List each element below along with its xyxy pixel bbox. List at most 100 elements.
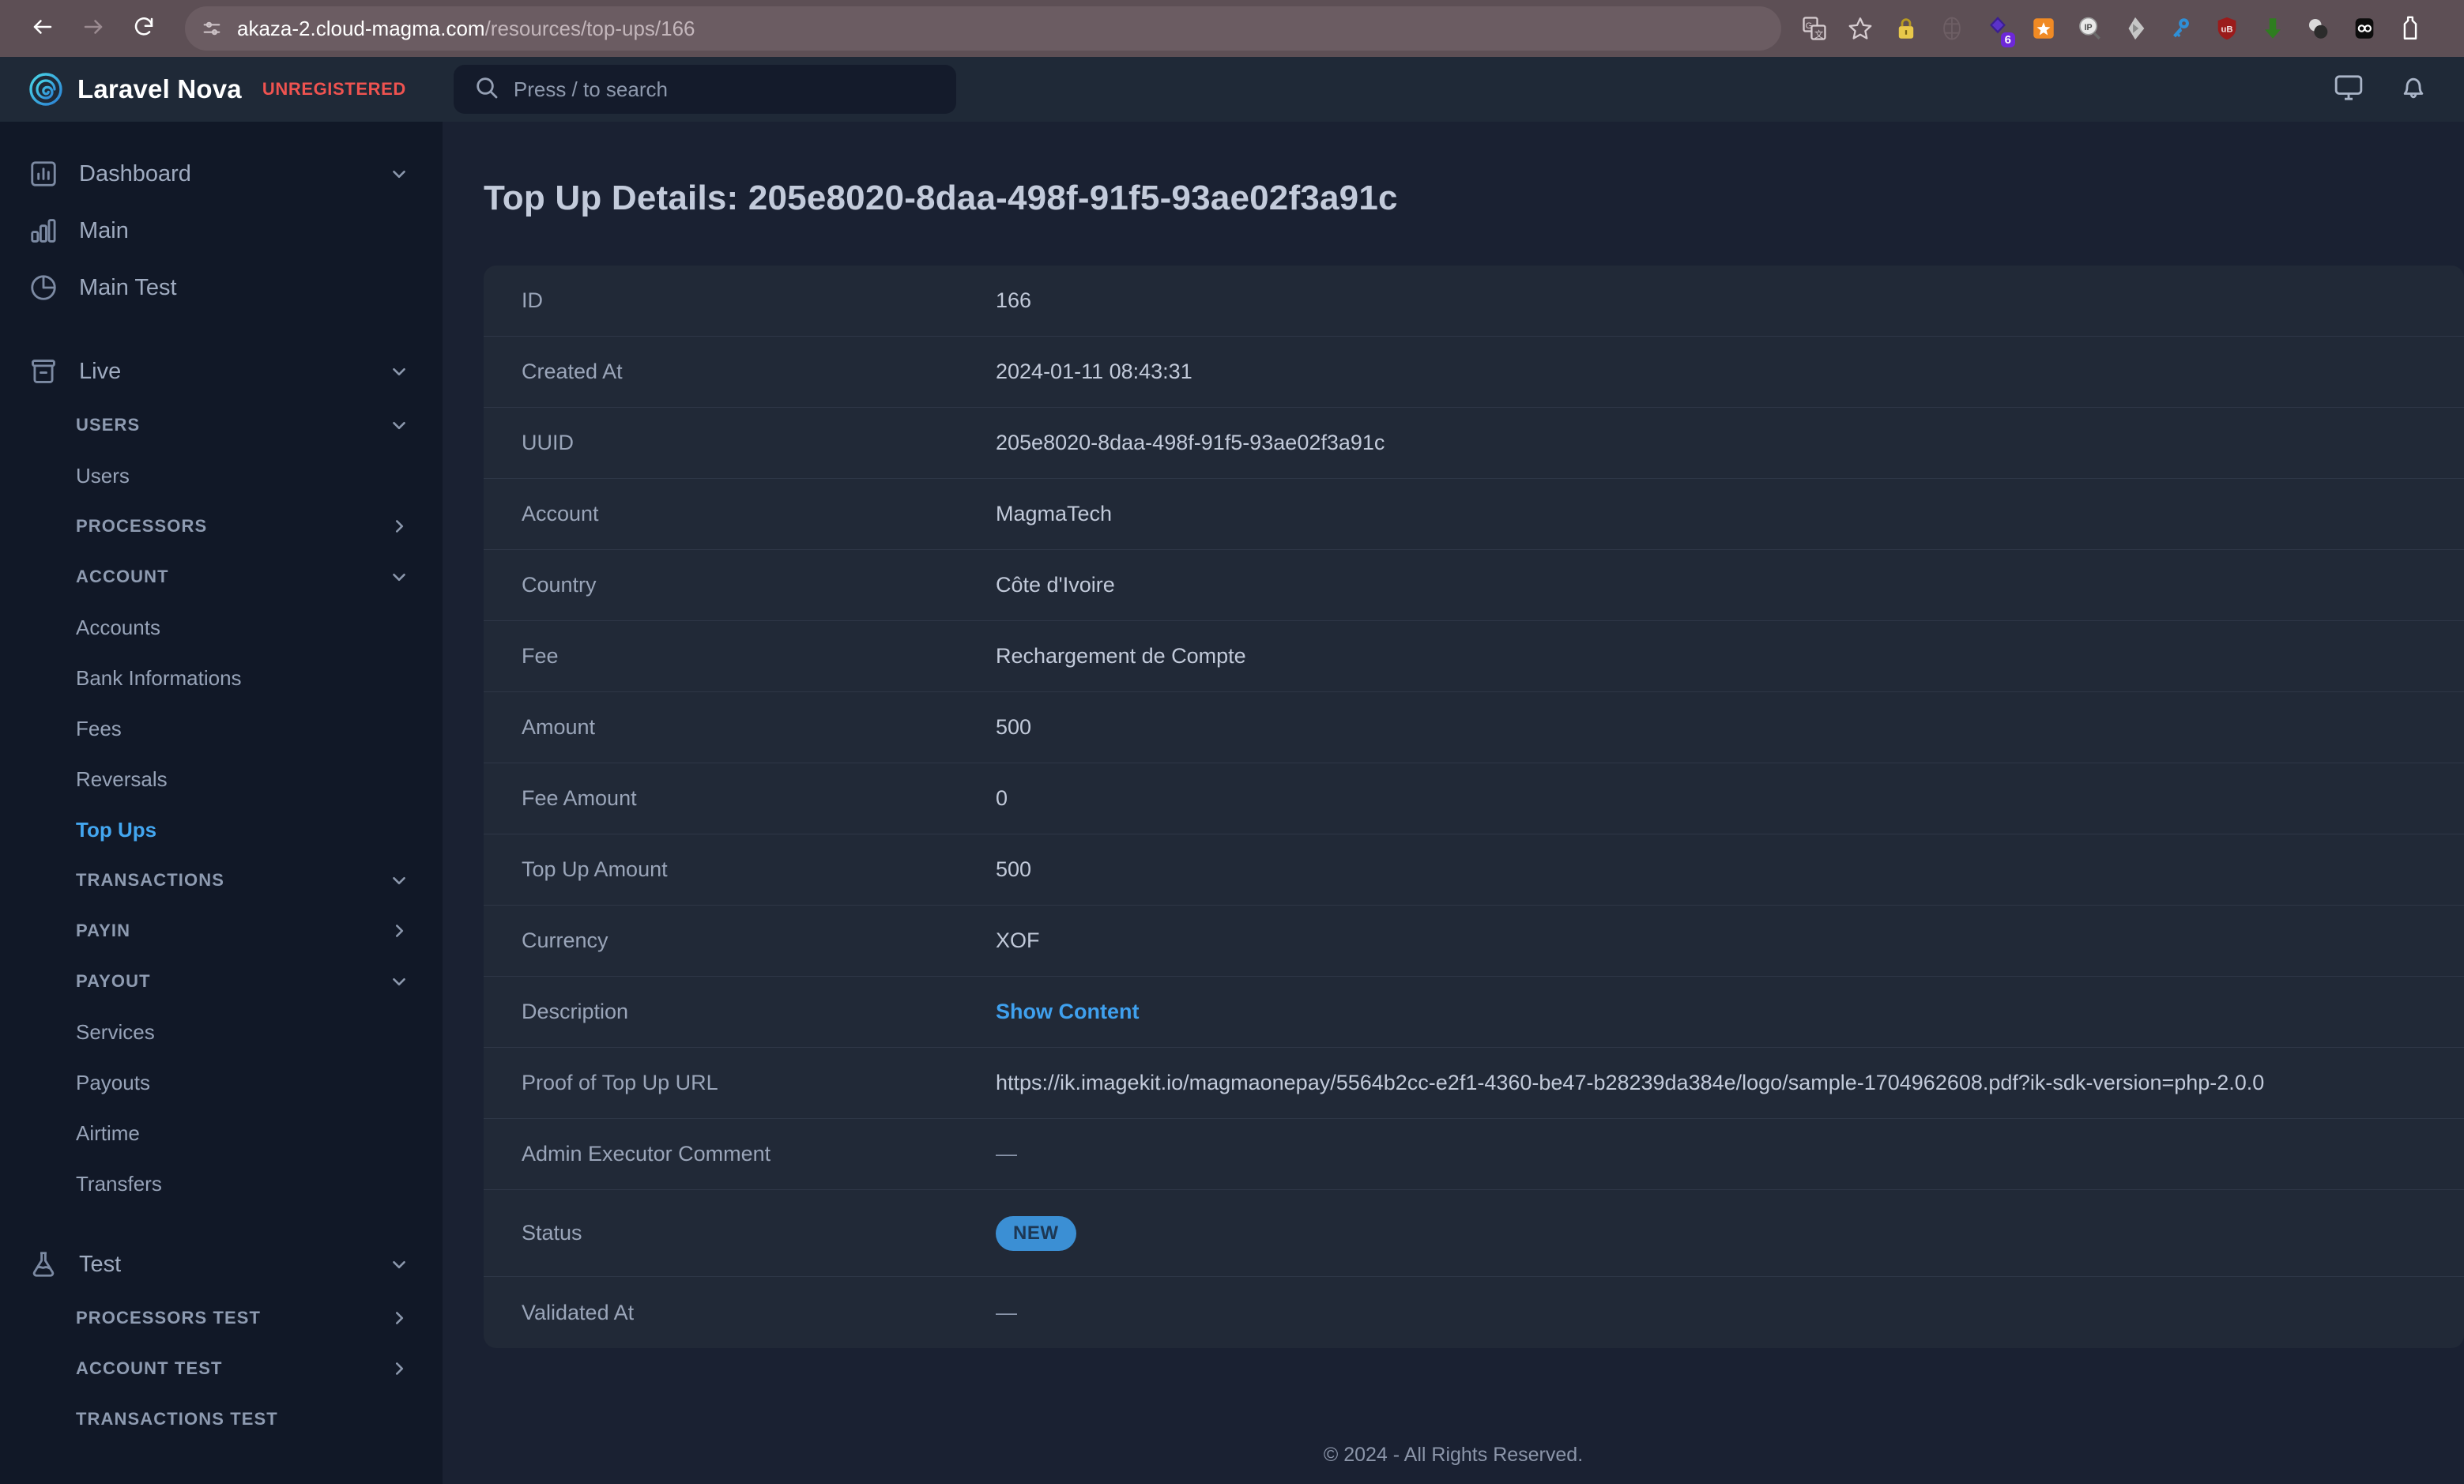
field-label: Created At — [522, 360, 623, 383]
sidebar-item-accounts[interactable]: Accounts — [0, 602, 443, 653]
global-search[interactable] — [453, 65, 956, 114]
sidebar-item-airtime[interactable]: Airtime — [0, 1108, 443, 1158]
url-text: akaza-2.cloud-magma.com/resources/top-up… — [237, 17, 695, 41]
sidebar-item-top-ups[interactable]: Top Ups — [0, 804, 443, 855]
chevron-right-icon[interactable] — [389, 516, 409, 537]
sidebar: Dashboard Main Main Test Live USERS User… — [0, 122, 443, 1484]
address-bar[interactable]: akaza-2.cloud-magma.com/resources/top-up… — [185, 6, 1781, 51]
red-shield-ub-extension-icon[interactable]: uB — [2206, 8, 2247, 49]
field-label: Amount — [522, 715, 596, 739]
table-row: Account MagmaTech — [484, 479, 2464, 550]
chevron-right-icon[interactable] — [389, 1308, 409, 1328]
site-settings-icon[interactable] — [201, 17, 223, 40]
brand[interactable]: Laravel Nova — [28, 72, 242, 107]
sidebar-section-transactions[interactable]: TRANSACTIONS — [0, 855, 443, 906]
field-value: XOF — [996, 928, 1040, 952]
chevron-right-icon[interactable] — [389, 921, 409, 941]
table-row: Top Up Amount 500 — [484, 834, 2464, 906]
table-row: Proof of Top Up URL https://ik.imagekit.… — [484, 1048, 2464, 1119]
sidebar-item-payouts[interactable]: Payouts — [0, 1057, 443, 1108]
table-row: Created At 2024-01-11 08:43:31 — [484, 337, 2464, 408]
field-label: Status — [522, 1221, 582, 1245]
sidebar-item-live[interactable]: Live — [0, 343, 443, 400]
field-label: Description — [522, 1000, 629, 1023]
sidebar-section-users[interactable]: USERS — [0, 400, 443, 450]
sidebar-section-label: ACCOUNT TEST — [76, 1358, 223, 1378]
monitor-icon[interactable] — [2333, 72, 2364, 107]
sidebar-item-transfers[interactable]: Transfers — [0, 1158, 443, 1209]
sidebar-item-label: Main Test — [79, 274, 177, 300]
sidebar-item-services[interactable]: Services — [0, 1007, 443, 1057]
purple-diamond-extension-icon[interactable]: 6 — [1977, 8, 2018, 49]
sidebar-item-main[interactable]: Main — [0, 202, 443, 259]
field-value: 0 — [996, 786, 1008, 810]
chevron-down-icon[interactable] — [389, 1254, 409, 1275]
forward-button[interactable] — [71, 6, 115, 51]
chevron-down-icon[interactable] — [389, 164, 409, 184]
chevron-down-icon[interactable] — [389, 415, 409, 435]
field-value: 500 — [996, 715, 1032, 739]
white-bottle-extension-icon[interactable] — [2390, 8, 2431, 49]
sidebar-section-transactions-test[interactable]: TRANSACTIONS TEST — [0, 1394, 443, 1444]
field-label: Proof of Top Up URL — [522, 1071, 718, 1094]
sidebar-section-processors-test[interactable]: PROCESSORS TEST — [0, 1293, 443, 1343]
green-download-extension-icon[interactable] — [2252, 8, 2293, 49]
table-row: UUID 205e8020-8daa-498f-91f5-93ae02f3a91… — [484, 408, 2464, 479]
chevron-right-icon[interactable] — [389, 1358, 409, 1379]
sidebar-item-users[interactable]: Users — [0, 450, 443, 501]
orange-star-extension-icon[interactable] — [2023, 8, 2064, 49]
sidebar-item-label: Accounts — [76, 615, 160, 639]
key-extension-icon[interactable] — [2161, 8, 2202, 49]
laravel-nova-spiral-logo — [28, 72, 63, 107]
table-row: Validated At — — [484, 1277, 2464, 1348]
bar-chart-box-icon — [28, 159, 58, 189]
palm-tree-extension-icon[interactable] — [1931, 8, 1972, 49]
sidebar-item-main-test[interactable]: Main Test — [0, 259, 443, 316]
sidebar-item-label: Dashboard — [79, 160, 191, 186]
show-content-link[interactable]: Show Content — [996, 1000, 1139, 1024]
sidebar-item-bank-informations[interactable]: Bank Informations — [0, 653, 443, 703]
translate-icon[interactable]: G文 — [1794, 8, 1835, 49]
sidebar-item-dashboard[interactable]: Dashboard — [0, 145, 443, 202]
sidebar-item-label: Live — [79, 358, 122, 384]
sidebar-item-label: Payouts — [76, 1070, 150, 1094]
url-path: /resources/top-ups/166 — [484, 16, 695, 40]
grey-arrow-extension-icon[interactable] — [2115, 8, 2156, 49]
ip-lookup-extension-icon[interactable]: IP — [2069, 8, 2110, 49]
search-input[interactable] — [513, 77, 936, 102]
field-label: Fee Amount — [522, 786, 637, 810]
chevron-down-icon[interactable] — [389, 361, 409, 382]
sidebar-section-account-test[interactable]: ACCOUNT TEST — [0, 1343, 443, 1394]
sidebar-item-test[interactable]: Test — [0, 1236, 443, 1293]
field-value: 2024-01-11 08:43:31 — [996, 360, 1192, 383]
back-arrow-icon — [31, 15, 55, 43]
field-value: https://ik.imagekit.io/magmaonepay/5564b… — [996, 1071, 2265, 1094]
sidebar-section-account[interactable]: ACCOUNT — [0, 552, 443, 602]
bar-chart-icon — [28, 216, 58, 246]
browser-toolbar: akaza-2.cloud-magma.com/resources/top-up… — [0, 0, 2464, 57]
padlock-extension-icon[interactable] — [1886, 8, 1927, 49]
bookmark-star-icon[interactable] — [1840, 8, 1881, 49]
sidebar-item-fees[interactable]: Fees — [0, 703, 443, 754]
status-badge: NEW — [996, 1215, 1076, 1251]
sidebar-item-reversals[interactable]: Reversals — [0, 754, 443, 804]
back-button[interactable] — [21, 6, 65, 51]
chevron-down-icon[interactable] — [389, 567, 409, 587]
sidebar-item-label: Reversals — [76, 766, 168, 791]
bell-icon[interactable] — [2398, 72, 2429, 107]
app-body: Dashboard Main Main Test Live USERS User… — [0, 122, 2464, 1484]
sidebar-section-processors[interactable]: PROCESSORS — [0, 501, 443, 552]
sidebar-section-label: TRANSACTIONS TEST — [76, 1409, 278, 1429]
svg-text:文: 文 — [1814, 28, 1823, 40]
sidebar-item-label: Users — [76, 463, 130, 488]
black-oo-extension-icon[interactable] — [2344, 8, 2385, 49]
sidebar-section-label: PAYOUT — [76, 971, 151, 991]
spheres-extension-icon[interactable] — [2298, 8, 2339, 49]
chevron-down-icon[interactable] — [389, 971, 409, 992]
sidebar-section-payin[interactable]: PAYIN — [0, 906, 443, 956]
reload-button[interactable] — [122, 6, 166, 51]
chevron-down-icon[interactable] — [389, 870, 409, 891]
nova-app: Laravel Nova UNREGISTERED Dash — [0, 57, 2464, 1484]
sidebar-section-payout[interactable]: PAYOUT — [0, 956, 443, 1007]
table-row: Fee Rechargement de Compte — [484, 621, 2464, 692]
